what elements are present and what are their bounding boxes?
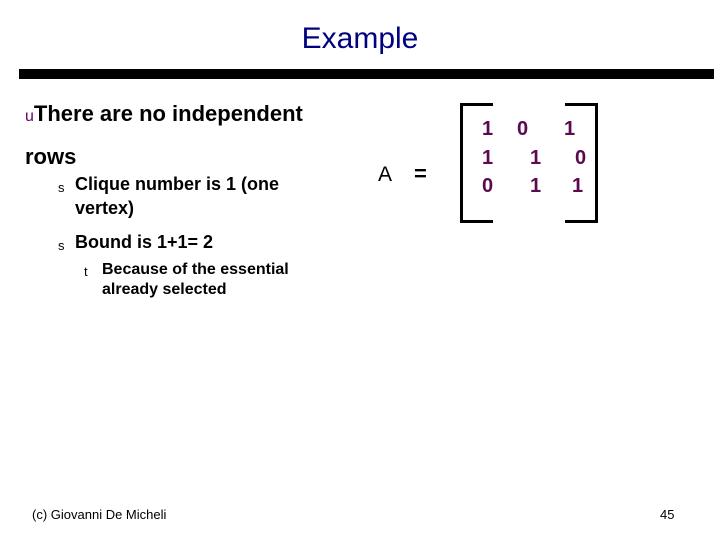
matrix-cell: 1 [564,118,576,140]
equals-sign: = [414,161,427,186]
bullet-essential-line2: already selected [102,281,227,298]
bullet-essential-line1: Because of the essential [102,261,289,278]
sub-sub-bullet-marker-icon: t [84,264,88,279]
matrix-cell: 1 [572,175,584,197]
bullet-clique-line2: vertex) [75,198,135,218]
bullet-marker-icon: u [25,108,34,125]
matrix-cell: 1 [482,118,494,140]
bullet-bound: Bound is 1+1= 2 [75,232,214,252]
matrix-cell: 0 [482,175,494,197]
matrix-label: A [378,163,393,186]
matrix: 1 0 1 1 1 0 0 1 1 [460,103,598,223]
page-number: 45 [660,507,675,522]
bullet-text-line1: There are no independent [33,101,303,126]
bullet-text-line2: rows [25,144,77,169]
footer-copyright: (c) Giovanni De Micheli [32,507,167,522]
sub-bullet-marker-icon: s [58,180,65,195]
slide-title: Example [301,22,419,55]
matrix-cell: 1 [482,147,494,169]
bullet-essential: Because of the essential already selecte… [102,260,332,300]
bullet-clique-number: Clique number is 1 (one vertex) [75,172,325,220]
title-divider [19,69,714,79]
matrix-cell: 0 [517,118,529,140]
sub-bullet-marker-icon: s [58,238,65,253]
bullet-level1: uThere are no independent rows [25,94,355,177]
bullet-clique-line1: Clique number is 1 (one [75,174,280,194]
matrix-cell: 0 [575,147,587,169]
matrix-cell: 1 [530,147,542,169]
matrix-cell: 1 [530,175,542,197]
